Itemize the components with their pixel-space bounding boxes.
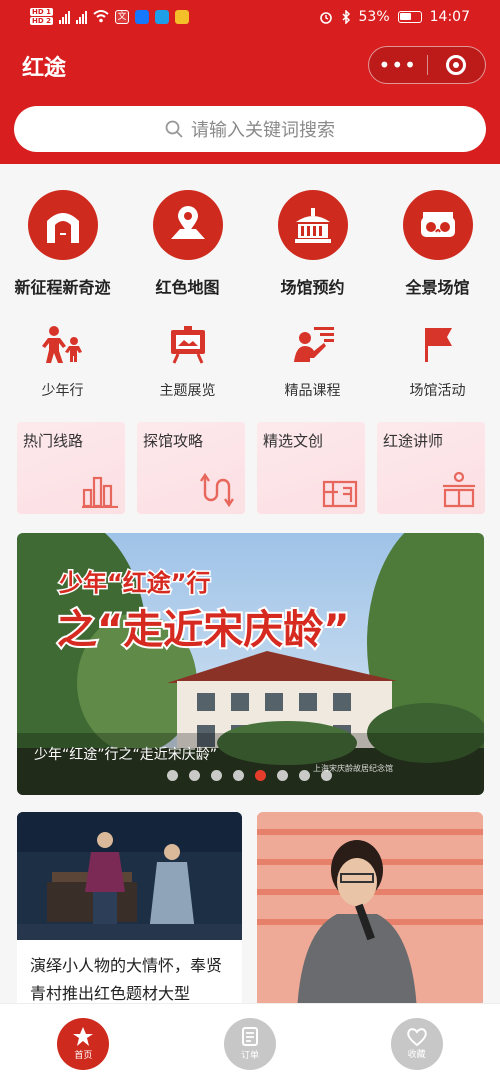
menu-item-label: 主题展览 — [159, 383, 216, 399]
search-input[interactable]: 请输入关键词搜索 — [14, 106, 486, 152]
card-title: 热门线路 — [23, 432, 84, 450]
flag-icon — [420, 322, 456, 366]
menu-item-premium-courses[interactable]: 精品课程 — [250, 322, 375, 400]
carousel-dot[interactable] — [233, 770, 244, 781]
menu-item-label: 红色地图 — [155, 278, 220, 297]
search-placeholder: 请输入关键词搜索 — [191, 120, 335, 141]
battery-icon — [397, 11, 422, 23]
search-app-icon — [154, 9, 169, 24]
app-icon-yellow — [174, 9, 189, 24]
close-target-button[interactable] — [427, 55, 485, 75]
card-title: 探馆攻略 — [143, 432, 204, 450]
tab-label: 订单 — [240, 1051, 259, 1061]
menu-item-label: 新征程新奇迹 — [14, 278, 111, 297]
menu-item-new-journey[interactable]: 新征程新奇迹 — [0, 190, 125, 298]
card-title: 红途讲师 — [383, 432, 444, 450]
children-icon — [40, 322, 86, 366]
tab-favorites-button[interactable]: 收藏 — [390, 1017, 443, 1070]
battery-percent: 53% — [358, 9, 390, 25]
status-right: 53% 14:07 — [319, 9, 470, 25]
card-creative-goods[interactable]: 精选文创 — [257, 422, 365, 514]
menu-item-label: 精品课程 — [284, 383, 341, 399]
menu-item-themed-exhibition[interactable]: 主题展览 — [125, 322, 250, 400]
carousel-dot[interactable] — [321, 770, 332, 781]
lecturer-icon — [290, 322, 336, 366]
tab-home-button[interactable]: 首页 — [57, 1017, 110, 1070]
menu-item-label: 场馆活动 — [409, 383, 466, 399]
tab-orders[interactable]: 订单 — [167, 1004, 334, 1083]
route-arrows-icon — [200, 472, 234, 508]
star-icon — [73, 1027, 94, 1046]
feed-card[interactable]: 演绎小人物的大情怀，奉贤青村推出红色题材大型 — [17, 812, 242, 1012]
clock: 14:07 — [429, 9, 470, 25]
search-icon — [165, 120, 183, 138]
target-icon — [446, 55, 467, 75]
feed-card-image — [257, 812, 483, 1012]
app-title: 红途 — [22, 56, 67, 81]
feed-card[interactable] — [257, 812, 483, 1012]
status-bar: HD 1 HD 2 文 53% 14:07 — [0, 0, 500, 36]
bar-chart-icon — [82, 476, 118, 508]
tab-bar: 首页 订单 收藏 — [0, 1003, 500, 1083]
card-title: 精选文创 — [263, 432, 324, 450]
banner-caption: 少年“红途”行之“走近宋庆龄” — [34, 747, 218, 763]
carousel-indicators — [167, 770, 332, 781]
quick-cards: 热门线路 探馆攻略 精选文创 红途讲师 — [17, 422, 487, 514]
card-lecturers[interactable]: 红途讲师 — [377, 422, 485, 514]
banner-headline-2: 之“走近宋庆龄” — [57, 607, 350, 653]
tab-favorites[interactable]: 收藏 — [333, 1004, 500, 1083]
building-icon — [277, 190, 348, 260]
tab-label: 首页 — [74, 1051, 93, 1061]
menu-item-label: 全景场馆 — [405, 278, 470, 297]
menu-item-venue-booking[interactable]: 场馆预约 — [250, 190, 375, 298]
alarm-icon — [319, 12, 332, 24]
more-dots-icon[interactable]: ••• — [369, 55, 427, 75]
carousel-dot[interactable] — [189, 770, 200, 781]
wifi-icon — [93, 10, 109, 23]
carousel-dot-active[interactable] — [255, 770, 266, 781]
menu-item-venue-activities[interactable]: 场馆活动 — [375, 322, 500, 400]
translate-app-icon: 文 — [114, 9, 129, 24]
title-bar: 红途 ••• — [0, 36, 500, 100]
banner-headline-1: 少年“红途”行 — [58, 569, 211, 597]
podium-icon — [443, 471, 475, 508]
sim1-tag: HD 1 — [30, 8, 53, 16]
main-menu: 新征程新奇迹 红色地图 场馆预约 全景场馆 — [0, 190, 500, 298]
status-left: HD 1 HD 2 文 — [30, 8, 189, 25]
menu-item-label: 少年行 — [41, 383, 84, 399]
card-hot-routes[interactable]: 热门线路 — [17, 422, 125, 514]
order-icon — [242, 1027, 258, 1046]
tab-orders-button[interactable]: 订单 — [224, 1017, 276, 1070]
feed-card-title: 演绎小人物的大情怀，奉贤青村推出红色题材大型 — [30, 956, 223, 1003]
search-section: 请输入关键词搜索 — [0, 100, 500, 164]
tab-label: 收藏 — [407, 1050, 426, 1060]
mini-program-capsule: ••• — [368, 46, 486, 84]
feed-card-image — [17, 812, 242, 940]
app-icon-blue — [134, 9, 149, 24]
carousel-dot[interactable] — [211, 770, 222, 781]
secondary-menu: 少年行 主题展览 精品课程 场馆活动 — [0, 322, 500, 400]
menu-item-youth-journey[interactable]: 少年行 — [0, 322, 125, 400]
carousel-dot[interactable] — [277, 770, 288, 781]
signal-2-icon — [75, 10, 87, 24]
menu-item-red-map[interactable]: 红色地图 — [125, 190, 250, 298]
card-visit-guide[interactable]: 探馆攻略 — [137, 422, 245, 514]
signal-icon — [58, 10, 70, 24]
easel-icon — [168, 322, 208, 366]
carousel-dot[interactable] — [299, 770, 310, 781]
sim-indicators: HD 1 HD 2 — [30, 8, 53, 25]
bluetooth-icon — [341, 10, 350, 24]
map-pin-icon — [152, 190, 223, 260]
banner-carousel[interactable]: 少年“红途”行 之“走近宋庆龄” 上海宋庆龄故居纪念馆 少年“红途”行之“走近宋… — [17, 533, 484, 795]
tab-home[interactable]: 首页 — [0, 1004, 167, 1083]
gift-box-icon — [322, 480, 358, 508]
carousel-dot[interactable] — [167, 770, 178, 781]
menu-item-label: 场馆预约 — [280, 278, 345, 297]
arch-icon — [27, 190, 98, 260]
heart-icon — [406, 1028, 427, 1047]
vr-glasses-icon — [402, 190, 473, 260]
sim2-tag: HD 2 — [30, 17, 53, 25]
menu-item-panorama[interactable]: 全景场馆 — [375, 190, 500, 298]
